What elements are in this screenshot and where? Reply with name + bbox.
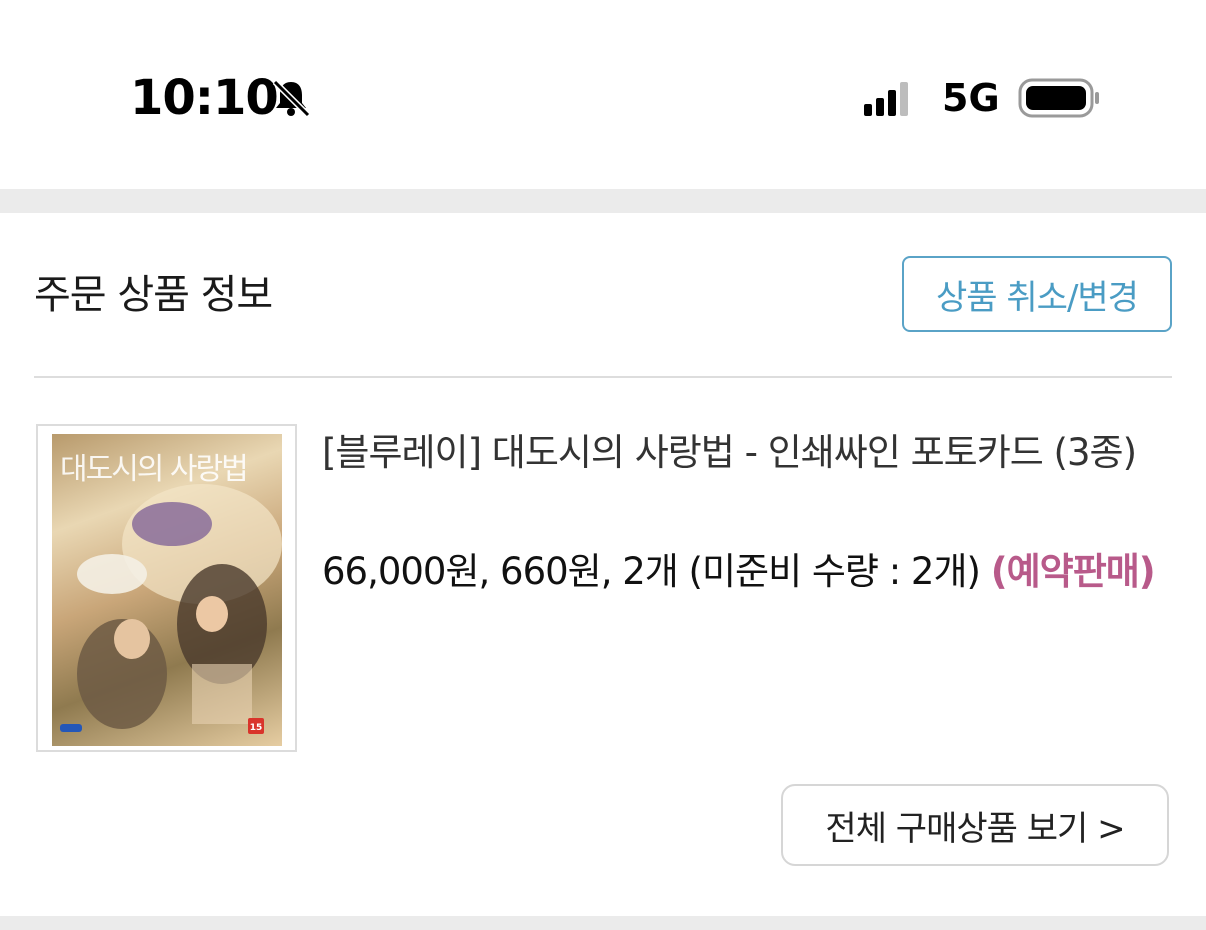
bluray-cover-image: 15 대도시의 사랑법 — [52, 434, 282, 746]
status-time: 10:10 — [130, 70, 279, 126]
status-bar: 10:10 5G — [0, 0, 1206, 190]
header-divider — [34, 376, 1172, 378]
age-rating-label: 15 — [250, 723, 263, 733]
bell-slash-icon — [272, 79, 311, 118]
price-summary: 66,000원, 660원, 2개 (미준비 수량 : 2개) (예약판매) — [322, 544, 1182, 600]
presale-badge: (예약판매) — [990, 550, 1156, 593]
section-title: 주문 상품 정보 — [34, 272, 273, 318]
cover-title: 대도시의 사랑법 — [60, 452, 249, 487]
price-quantity-text: 66,000원, 660원, 2개 (미준비 수량 : 2개) — [322, 550, 981, 593]
section-divider-bottom — [0, 916, 1206, 930]
battery-icon — [1018, 78, 1099, 118]
cellular-signal-icon — [864, 82, 908, 116]
view-all-purchases-button[interactable]: 전체 구매상품 보기 > — [781, 784, 1169, 866]
cancel-change-button[interactable]: 상품 취소/변경 — [902, 256, 1172, 332]
product-name[interactable]: [블루레이] 대도시의 사랑법 - 인쇄싸인 포토카드 (3종) — [322, 426, 1182, 480]
section-divider — [0, 189, 1206, 213]
product-thumbnail[interactable]: 15 대도시의 사랑법 — [36, 424, 297, 752]
network-type: 5G — [942, 76, 1000, 120]
